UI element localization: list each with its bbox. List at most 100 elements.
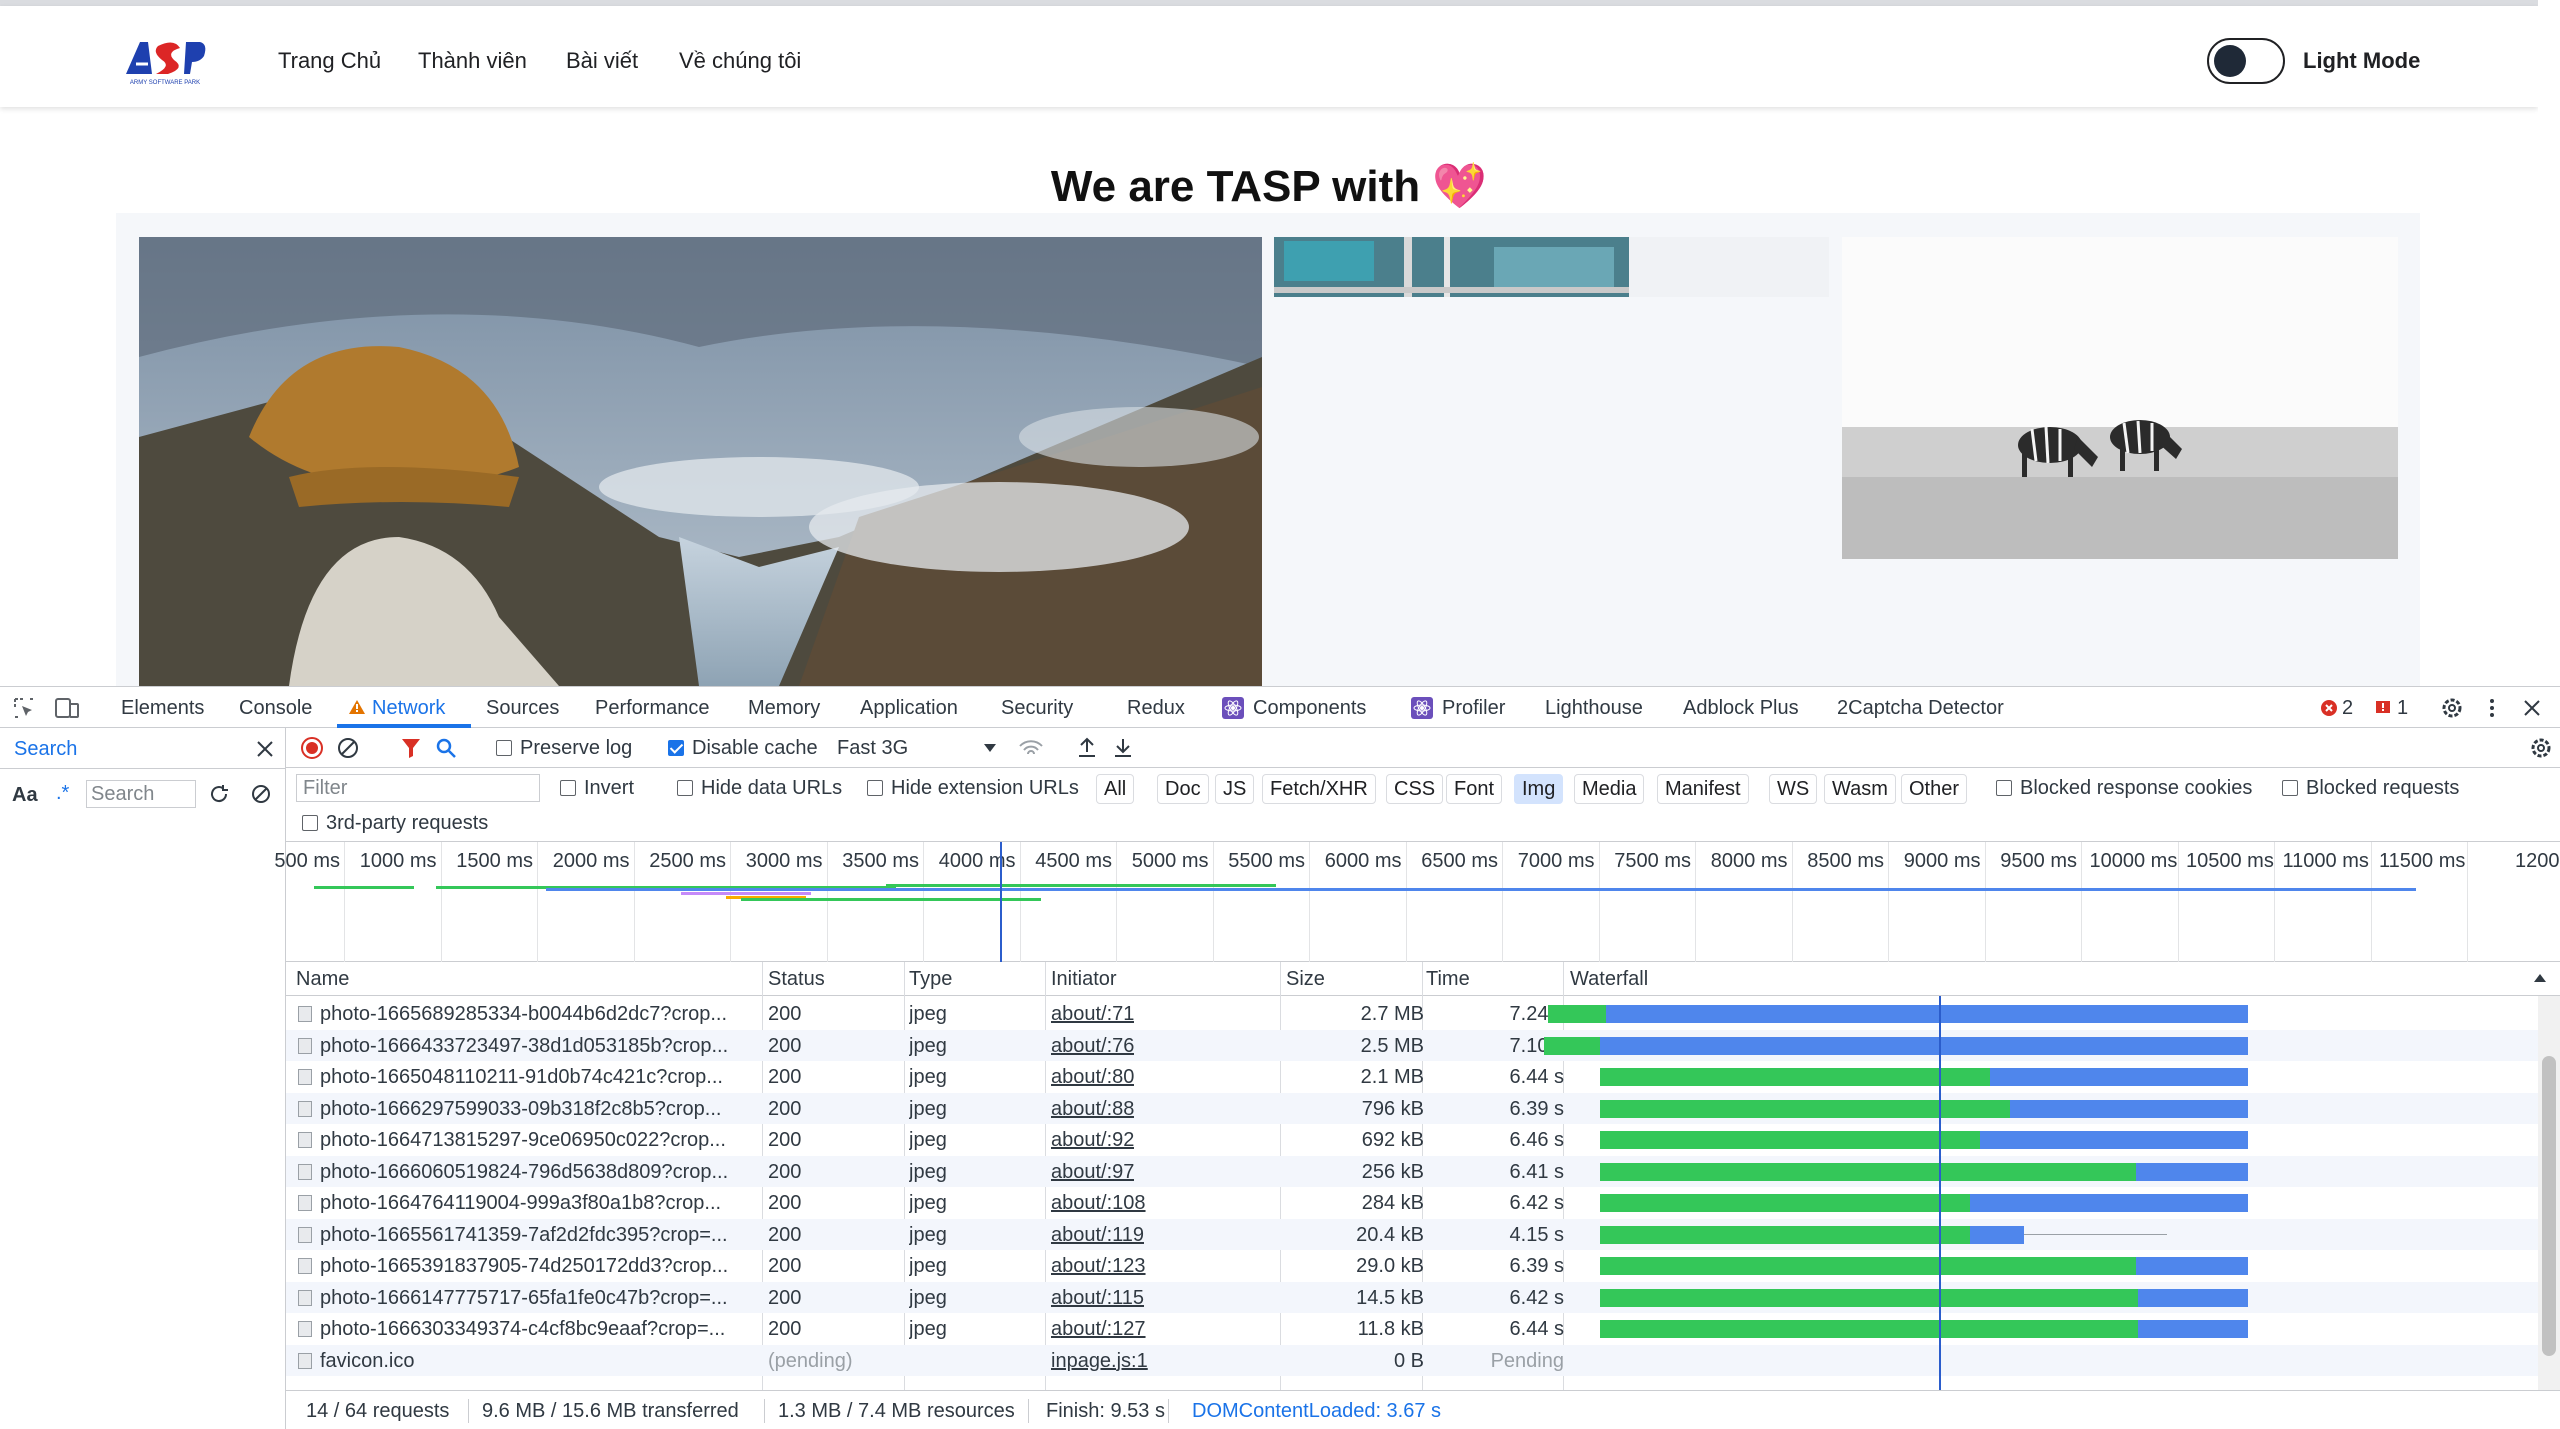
tab-sources[interactable]: Sources (486, 697, 559, 720)
table-row[interactable]: photo-1664713815297-9ce06950c022?crop...… (286, 1124, 2538, 1155)
timeline-overview[interactable]: 500 ms 1000 ms 1500 ms 2000 ms 2500 ms 3000 m… (274, 842, 2560, 962)
tab-performance[interactable]: Performance (595, 697, 710, 720)
refresh-icon[interactable] (208, 783, 230, 805)
type-filter-ws[interactable]: WS (1769, 774, 1818, 804)
request-initiator[interactable]: about/:127 (1051, 1318, 1146, 1341)
inspect-element-icon[interactable] (12, 696, 36, 720)
table-row[interactable]: photo-1665561741359-7af2d2fdc395?crop=..… (286, 1218, 2538, 1250)
tab-application[interactable]: Application (860, 697, 958, 720)
tab-lighthouse[interactable]: Lighthouse (1545, 697, 1643, 720)
column-type[interactable]: Type (909, 968, 952, 991)
filter-funnel-icon[interactable] (400, 736, 422, 760)
tab-2captcha-detector[interactable]: 2Captcha Detector (1837, 697, 2004, 720)
table-row[interactable]: photo-1664764119004-999a3f80a1b8?crop...… (286, 1187, 2538, 1218)
preserve-log-checkbox[interactable]: Preserve log (496, 737, 632, 760)
type-filter-wasm[interactable]: Wasm (1824, 774, 1896, 804)
type-filter-doc[interactable]: Doc (1157, 774, 1209, 804)
request-initiator[interactable]: about/:80 (1051, 1066, 1134, 1089)
warning-count[interactable]: 1 (2397, 697, 2408, 720)
blocked-requests-checkbox[interactable]: Blocked requests (2282, 777, 2459, 800)
filter-input[interactable]: Filter (296, 774, 540, 802)
regex-toggle[interactable]: .* (56, 782, 69, 805)
request-initiator[interactable]: about/:123 (1051, 1255, 1146, 1278)
table-row[interactable]: photo-1665689285334-b0044b6d2dc7?crop...… (286, 998, 2538, 1029)
invert-checkbox[interactable]: Invert (560, 777, 634, 800)
type-filter-fetch-xhr[interactable]: Fetch/XHR (1262, 774, 1376, 804)
column-name[interactable]: Name (296, 968, 349, 991)
kebab-menu-icon[interactable] (2488, 696, 2496, 720)
site-logo[interactable]: ARMY SOFTWARE PARK (122, 34, 208, 86)
table-row[interactable]: photo-1665391837905-74d250172dd3?crop...… (286, 1250, 2538, 1281)
network-conditions-icon[interactable] (1018, 736, 1044, 760)
tab-adblock-plus[interactable]: Adblock Plus (1683, 697, 1799, 720)
record-stop-icon[interactable] (300, 736, 324, 760)
sort-ascending-icon[interactable] (2534, 974, 2546, 982)
search-icon[interactable] (434, 736, 458, 760)
request-initiator[interactable]: about/:108 (1051, 1192, 1146, 1215)
tab-console[interactable]: Console (239, 697, 312, 720)
table-row[interactable]: favicon.ico (pending) inpage.js:1 0 B Pendin… (286, 1344, 2538, 1376)
clear-log-icon[interactable] (336, 736, 360, 760)
nav-about[interactable]: Về chúng tôi (679, 48, 801, 74)
theme-toggle[interactable] (2207, 38, 2285, 84)
nav-home[interactable]: Trang Chủ (278, 48, 381, 74)
table-row[interactable]: photo-1666297599033-09b318f2c8b5?crop...… (286, 1092, 2538, 1124)
import-har-icon[interactable] (1076, 736, 1098, 760)
request-initiator[interactable]: about/:115 (1051, 1287, 1144, 1310)
column-size[interactable]: Size (1286, 968, 1325, 991)
search-input[interactable]: Search (86, 780, 196, 808)
type-filter-all[interactable]: All (1096, 774, 1135, 804)
type-filter-font[interactable]: Font (1446, 774, 1503, 804)
close-devtools-icon[interactable] (2522, 698, 2542, 718)
disable-cache-checkbox[interactable]: Disable cache (668, 737, 818, 760)
type-filter-js[interactable]: JS (1215, 774, 1255, 804)
table-scrollbar-thumb[interactable] (2542, 1056, 2556, 1356)
tab-security[interactable]: Security (1001, 697, 1073, 720)
request-initiator[interactable]: about/:71 (1051, 1003, 1134, 1026)
table-scrollbar[interactable] (2538, 996, 2560, 1390)
gallery-photo-zebras[interactable] (1842, 237, 2398, 559)
request-initiator[interactable]: about/:76 (1051, 1035, 1134, 1058)
request-initiator[interactable]: about/:97 (1051, 1161, 1134, 1184)
gallery-photo-building[interactable] (1274, 237, 1829, 297)
match-case-toggle[interactable]: Aa (12, 784, 38, 807)
column-time[interactable]: Time (1426, 968, 1470, 991)
hide-extension-urls-checkbox[interactable]: Hide extension URLs (867, 777, 1079, 800)
request-initiator[interactable]: about/:119 (1051, 1224, 1144, 1247)
network-settings-icon[interactable] (2529, 736, 2553, 760)
table-row[interactable]: photo-1666433723497-38d1d053185b?crop...… (286, 1029, 2538, 1061)
hide-data-urls-checkbox[interactable]: Hide data URLs (677, 777, 842, 800)
tab-elements[interactable]: Elements (121, 697, 204, 720)
tab-network[interactable]: Network (372, 697, 445, 720)
tab-memory[interactable]: Memory (748, 697, 820, 720)
close-search-icon[interactable] (256, 740, 274, 758)
tab-redux[interactable]: Redux (1127, 697, 1185, 720)
table-row[interactable]: photo-1666303349374-c4cf8bc9eaaf?crop=..… (286, 1313, 2538, 1344)
export-har-icon[interactable] (1112, 736, 1134, 760)
type-filter-css[interactable]: CSS (1386, 774, 1444, 804)
device-toolbar-icon[interactable] (54, 696, 80, 720)
gallery-photo-mountain-lake[interactable] (139, 237, 1262, 686)
error-count[interactable]: 2 (2342, 697, 2353, 720)
table-row[interactable]: photo-1666060519824-796d5638d809?crop...… (286, 1155, 2538, 1187)
nav-posts[interactable]: Bài viết (566, 48, 638, 74)
type-filter-img[interactable]: Img (1514, 774, 1564, 804)
search-drawer-title[interactable]: Search (14, 738, 77, 761)
type-filter-media[interactable]: Media (1574, 774, 1645, 804)
third-party-requests-checkbox[interactable]: 3rd-party requests (302, 812, 488, 835)
request-initiator[interactable]: about/:88 (1051, 1098, 1134, 1121)
tab-profiler[interactable]: Profiler (1442, 697, 1505, 720)
column-status[interactable]: Status (768, 968, 825, 991)
settings-gear-icon[interactable] (2440, 696, 2464, 720)
request-initiator[interactable]: inpage.js:1 (1051, 1350, 1148, 1373)
table-row[interactable]: photo-1665048110211-91d0b74c421c?crop...… (286, 1061, 2538, 1092)
column-waterfall[interactable]: Waterfall (1570, 968, 1648, 991)
nav-members[interactable]: Thành viên (418, 48, 527, 74)
chevron-down-icon[interactable] (984, 744, 996, 752)
column-initiator[interactable]: Initiator (1051, 968, 1117, 991)
clear-search-icon[interactable] (250, 783, 272, 805)
tab-components[interactable]: Components (1253, 697, 1366, 720)
request-initiator[interactable]: about/:92 (1051, 1129, 1134, 1152)
type-filter-manifest[interactable]: Manifest (1657, 774, 1749, 804)
table-row[interactable]: photo-1666147775717-65fa1fe0c47b?crop=..… (286, 1281, 2538, 1313)
